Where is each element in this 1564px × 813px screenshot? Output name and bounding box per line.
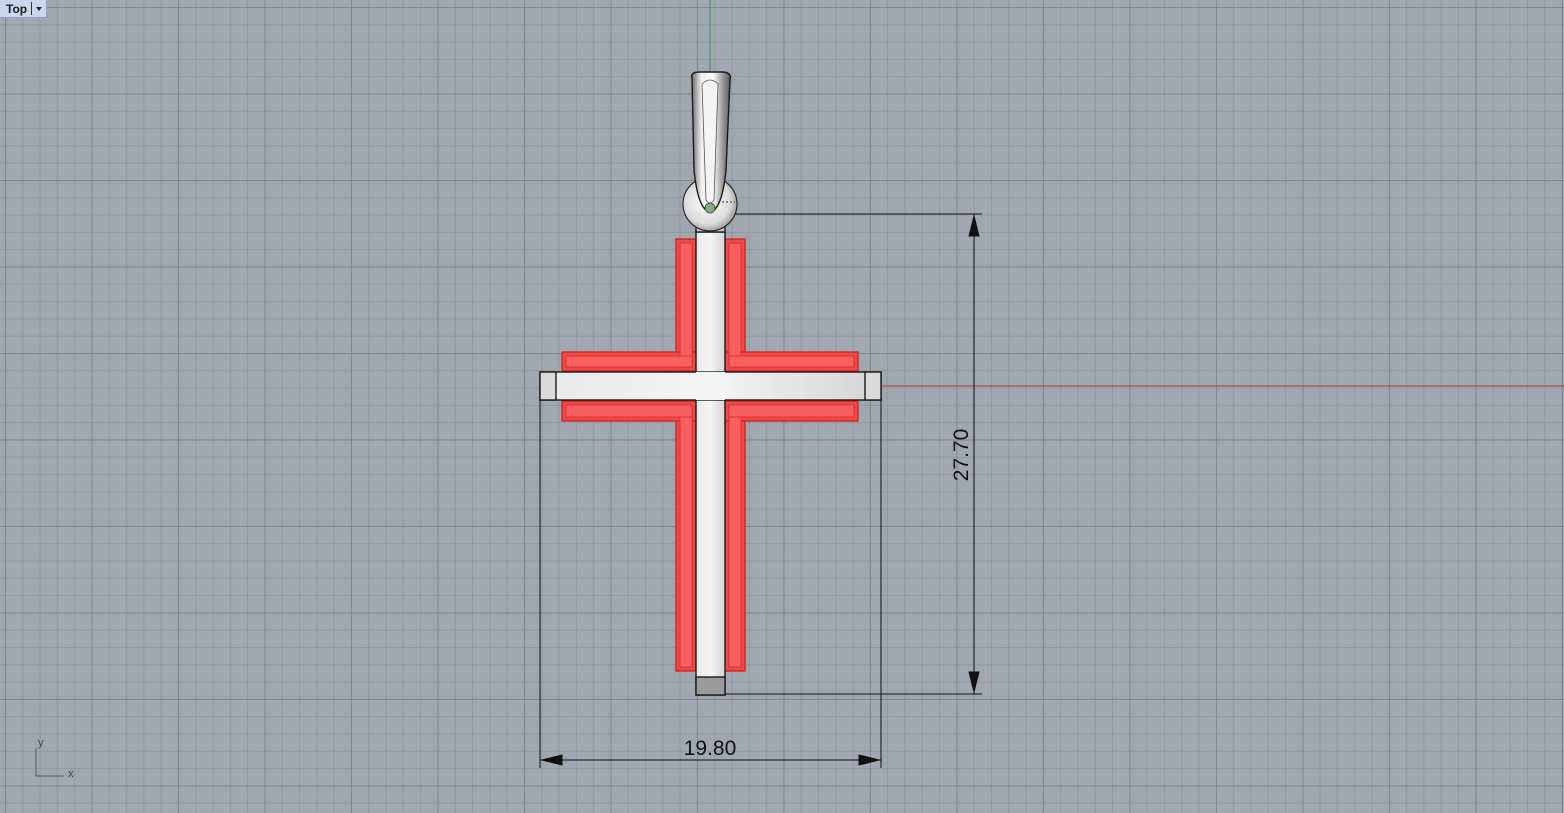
model-scene[interactable]: 27.70 19.80 y x [0, 0, 1564, 813]
cross-body[interactable] [539, 221, 882, 696]
axes-x-label: x [68, 768, 74, 780]
chevron-down-icon[interactable] [36, 6, 43, 11]
height-dimension[interactable] [726, 213, 982, 695]
pendant-bail[interactable] [682, 71, 738, 232]
viewport-name-label: Top [6, 1, 28, 16]
axes-y-label: y [38, 737, 44, 749]
height-dimension-value: 27.70 [950, 429, 973, 482]
viewport-name-tab[interactable]: Top [0, 0, 48, 18]
world-axes-icon [35, 748, 64, 777]
width-dimension-value: 19.80 [684, 737, 737, 760]
tab-separator [31, 2, 33, 15]
viewport-top[interactable]: 27.70 19.80 y x Top [0, 0, 1564, 813]
